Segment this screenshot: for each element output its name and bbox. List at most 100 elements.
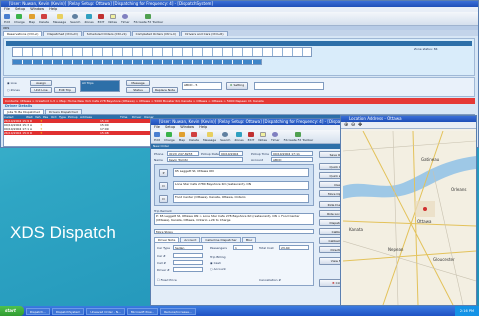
system-tray-clock: 2:16 PM — [454, 306, 479, 316]
tab-drivers-cars[interactable]: Drivers and Cars (Ctrl+R) — [181, 31, 228, 36]
toolbar-create-button[interactable]: Fdcreate Fd Toolbar — [284, 131, 313, 142]
tab-dispatched[interactable]: Dispatched (Ctrl+D) — [43, 31, 82, 36]
window-title: [User: Nuwan, Kevin (Kevin)] [Relay Setu… — [9, 1, 213, 6]
toolbar-search-button[interactable]: Search — [220, 131, 230, 142]
call-field[interactable] — [173, 260, 203, 265]
phone-field[interactable]: (613) 247-8233 — [167, 151, 199, 156]
toolbar-timer-button[interactable]: Timer — [121, 13, 130, 24]
toolbar-notes-button[interactable]: Notes — [108, 13, 117, 24]
toolbar-map-button[interactable]: Map — [178, 131, 185, 142]
zoom-in-icon[interactable]: ⊕ — [344, 122, 348, 128]
toolbar-create-button[interactable]: Fdcreate Fd Toolbar — [134, 13, 163, 24]
account-option[interactable]: ○ Account — [210, 267, 226, 271]
name-field[interactable]: Kevin Tomitz — [167, 157, 243, 162]
taskbar-item[interactable]: Microsoft Pow... — [126, 307, 159, 315]
toolbar-edit-button[interactable]: Edit — [154, 131, 160, 142]
toolbar-zones-button[interactable]: Zones — [234, 131, 244, 142]
stop-d1-button[interactable]: D — [159, 182, 168, 190]
status-button[interactable]: Status — [126, 87, 150, 93]
zone-cells-row-2[interactable] — [12, 59, 262, 65]
car-field[interactable] — [173, 253, 203, 258]
stop-d1-address[interactable]: Lone Star Cafe 2780 Bayshore Rd (restaur… — [173, 181, 309, 190]
toolbar-notes-button[interactable]: Notes — [258, 131, 267, 142]
car-type-label: Car Type — [157, 246, 171, 250]
delete-icon — [191, 131, 198, 137]
cash-option[interactable]: ◉ Cash — [210, 261, 221, 265]
close-icon: ✖ — [332, 281, 335, 285]
menu-setup[interactable]: Setup — [15, 7, 25, 11]
map-canvas[interactable]: Kanata Ottawa Gatineau Orleans Nepean Gl… — [343, 131, 476, 305]
zone-note-field[interactable] — [254, 82, 324, 90]
taskbar-item[interactable]: Dispatch... — [25, 307, 50, 315]
taskbar-item[interactable]: Unsaved Order - N... — [86, 307, 125, 315]
toolbar-message-button[interactable]: Message — [53, 13, 66, 24]
stop-d2-button[interactable]: D — [159, 195, 168, 203]
toolbar-exit-button[interactable]: EXIT — [247, 131, 254, 142]
create-icon — [145, 13, 152, 19]
tab-reservations[interactable]: Reservations (Ctrl+I) — [3, 31, 43, 36]
stop-p-button[interactable]: P — [159, 169, 168, 177]
start-button[interactable]: start — [0, 306, 24, 316]
replace-note-button[interactable]: Replace Note — [152, 87, 178, 93]
toolbar-map-button[interactable]: Map — [29, 13, 35, 24]
stop-d2-address[interactable]: Food Center (Ottawa), Kanata, Ottawa, On… — [173, 194, 309, 203]
edit-icon — [154, 131, 160, 137]
tab-completed[interactable]: Completed Orders (Ctrl+C) — [131, 31, 181, 36]
toolbar-charge-button[interactable]: Charge — [164, 131, 175, 142]
zone-panel: Zone status: 84 — [3, 38, 475, 76]
message-button[interactable]: Message — [126, 80, 150, 86]
toolbar-timer-button[interactable]: Timer — [271, 131, 280, 142]
trip-remark-field[interactable]: P: 65 Leggett St, Ottawa ON > Lone Star … — [154, 213, 314, 225]
more-stops-field[interactable]: More Stops — [154, 229, 314, 234]
toolbar-zones-button[interactable]: Zones — [84, 13, 94, 24]
trip-billing-label: Trip Billing — [210, 255, 226, 259]
zoom-out-icon[interactable]: ⊖ — [351, 122, 355, 128]
pickup-date-field[interactable]: 09/10/2004 — [219, 151, 243, 156]
map-window-title: Location Address - Ottawa — [349, 116, 402, 121]
setting-button[interactable]: ⚙ Setting — [226, 82, 248, 90]
pan-icon[interactable]: ✥ — [358, 122, 362, 128]
toolbar-message-button[interactable]: Message — [203, 131, 216, 142]
edit-trip-button[interactable]: Edit Trip — [54, 87, 76, 93]
name-label: Name — [154, 158, 163, 162]
account-label: Account — [251, 158, 264, 162]
exit-icon — [247, 131, 254, 137]
col-driver[interactable]: Driver — [132, 115, 144, 119]
menu-file[interactable]: File — [4, 7, 10, 11]
menu-help[interactable]: Help — [49, 7, 57, 11]
pickup-time-field[interactable]: 09/10/2004 17:11 — [271, 151, 313, 156]
map-toolbar: ⊕ ⊖ ✥ — [341, 122, 476, 129]
toolbar-delete-button[interactable]: Delete — [39, 13, 49, 24]
assign-button[interactable]: Assign — [30, 80, 52, 86]
stop-p-address[interactable]: 65 Leggett St, Ottawa ON — [173, 168, 309, 177]
zone-status-text: Zone status: 84 — [414, 47, 438, 51]
account-field[interactable]: ABCD — [271, 157, 313, 162]
toolbar-search-button[interactable]: Search — [70, 13, 80, 24]
search-icon — [72, 13, 79, 19]
map-icon — [178, 131, 185, 137]
tab-scheduled[interactable]: Scheduled Orders (Ctrl+S) — [82, 31, 131, 36]
control-strip: ◉ Live ○ Zones Assign Unit Line Edit Tri… — [3, 77, 475, 97]
menu-window[interactable]: Window — [30, 7, 44, 11]
passengers-field[interactable]: 1 — [233, 245, 253, 250]
col-time[interactable]: Time — [120, 115, 132, 119]
driver-field[interactable] — [173, 267, 203, 272]
all-trips-field[interactable]: All Trips — [80, 80, 120, 92]
contacts-bar[interactable]: Contacts: Ottawa > Crawford 1-3 > Map: H… — [3, 98, 475, 104]
toolbar-delete-button[interactable]: Delete — [189, 131, 199, 142]
zones-icon — [236, 131, 243, 137]
zone-cells[interactable] — [12, 47, 312, 57]
zones-option[interactable]: ○ Zones — [7, 88, 20, 92]
zones-icon — [86, 13, 93, 19]
toolbar-edit-button[interactable]: Edit — [4, 13, 10, 24]
unit-field[interactable]: ABCD - 5 — [182, 82, 222, 90]
car-type-select[interactable]: Sedan — [173, 245, 203, 250]
toolbar-charge-button[interactable]: Charge — [14, 13, 25, 24]
live-option[interactable]: ◉ Live — [7, 81, 17, 85]
taskbar-item[interactable]: Reduce/Increase... — [160, 307, 196, 315]
fixed-price-checkbox[interactable]: ☐ Fixed Price — [157, 278, 177, 282]
toolbar-exit-button[interactable]: EXIT — [98, 13, 104, 24]
unit-line-button[interactable]: Unit Line — [30, 87, 52, 93]
taskbar-item[interactable]: DispatchSystem — [51, 307, 85, 315]
total-cost-field[interactable]: 23.40 — [279, 245, 309, 250]
